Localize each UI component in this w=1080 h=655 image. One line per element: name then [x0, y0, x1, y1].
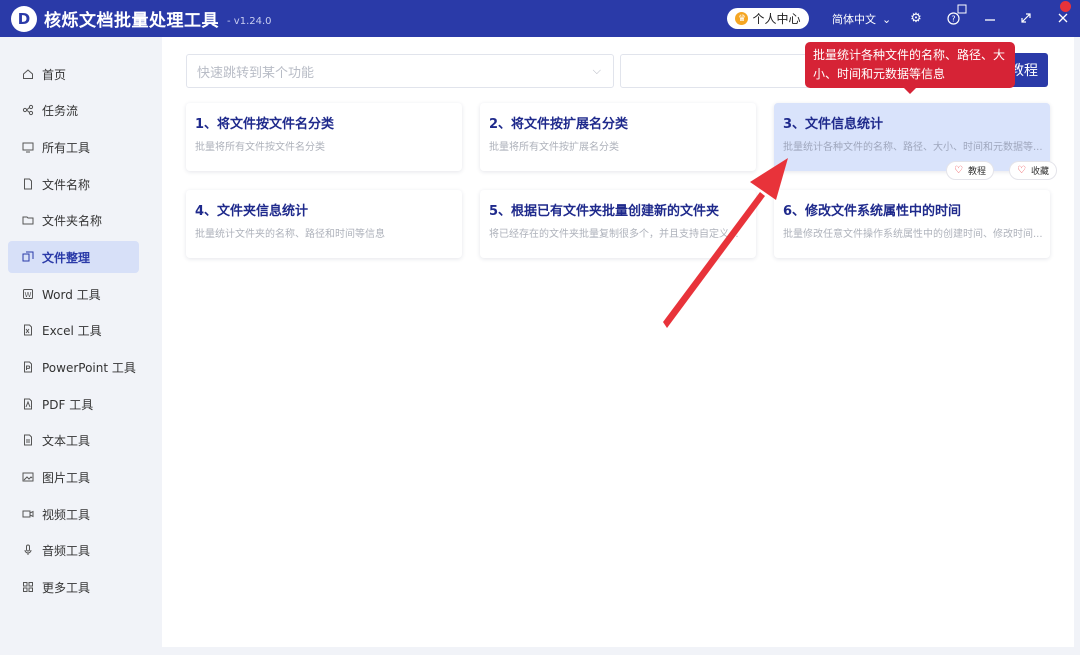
- sidebar-item-label: 文件名称: [42, 177, 91, 192]
- excel-icon: [22, 324, 34, 336]
- tool-card-title: 5、根据已有文件夹批量创建新的文件夹: [489, 204, 720, 219]
- tool-card-1[interactable]: 1、将文件按文件名分类 批量将所有文件按文件名分类: [186, 103, 462, 171]
- svg-text:W: W: [25, 291, 32, 299]
- app-version: - v1.24.0: [227, 15, 272, 27]
- app-title: 核烁文档批量处理工具: [44, 11, 219, 31]
- sidebar-item-label: PowerPoint 工具: [42, 360, 136, 375]
- card-favorite-button[interactable]: ♡ 收藏: [1009, 161, 1057, 180]
- file-icon: [22, 178, 34, 190]
- grid-icon: [22, 581, 34, 593]
- monitor-icon: [22, 141, 34, 153]
- tool-card-4[interactable]: 4、文件夹信息统计 批量统计文件夹的名称、路径和时间等信息: [186, 190, 462, 258]
- sidebar-item-more-tools[interactable]: 更多工具: [8, 571, 139, 603]
- sidebar-item-label: Excel 工具: [42, 323, 102, 338]
- sidebar-item-audio-tools[interactable]: 音频工具: [8, 534, 139, 566]
- card-tutorial-button[interactable]: ♡ 教程: [946, 161, 994, 180]
- tool-card-title: 6、修改文件系统属性中的时间: [783, 204, 962, 219]
- user-center-label: 个人中心: [752, 12, 801, 26]
- audio-icon: [22, 544, 34, 556]
- user-center-button[interactable]: ♛ 个人中心: [727, 8, 809, 29]
- search-placeholder: 快速跳转到某个功能: [197, 65, 315, 81]
- tooltip: 批量统计各种文件的名称、路径、大小、时间和元数据等信息: [805, 42, 1015, 88]
- sidebar-item-label: 更多工具: [42, 580, 91, 595]
- tool-card-3[interactable]: 3、文件信息统计 批量统计各种文件的名称、路径、大小、时间和元数据等...: [774, 103, 1050, 171]
- organize-icon: [22, 251, 34, 263]
- app-logo: D: [11, 5, 37, 32]
- sidebar-item-word-tools[interactable]: W Word 工具: [8, 278, 139, 310]
- secondary-search-input[interactable]: [620, 54, 810, 88]
- word-icon: W: [22, 288, 34, 300]
- language-label: 简体中文: [832, 13, 876, 26]
- sidebar: 首页 任务流 所有工具 文件名称 文件夹名称 文件整理 W Word 工具 Ex…: [0, 37, 160, 655]
- chevron-down-icon: ⌵: [592, 64, 601, 77]
- sidebar-item-label: 文件整理: [42, 250, 91, 265]
- tool-card-desc: 批量修改任意文件操作系统属性中的创建时间、修改时间...: [783, 229, 1043, 240]
- workflow-icon: [22, 104, 34, 116]
- settings-icon[interactable]: ⚙: [907, 9, 925, 27]
- svg-text:?: ?: [951, 14, 955, 23]
- sidebar-item-label: 图片工具: [42, 470, 91, 485]
- folder-icon: [22, 214, 34, 226]
- sidebar-item-label: 任务流: [42, 103, 79, 118]
- pin-window-icon[interactable]: [956, 3, 968, 15]
- sidebar-item-powerpoint-tools[interactable]: PowerPoint 工具: [8, 351, 139, 383]
- text-icon: [22, 434, 34, 446]
- sidebar-item-label: 文件夹名称: [42, 213, 103, 228]
- main-panel: 快速跳转到某个功能 ⌵ 教程 1、将文件按文件名分类 批量将所有文件按文件名分类…: [162, 37, 1074, 647]
- sidebar-item-label: 视频工具: [42, 507, 91, 522]
- ppt-icon: [22, 361, 34, 373]
- crown-icon: ♛: [735, 12, 749, 25]
- sidebar-item-label: PDF 工具: [42, 397, 94, 412]
- sidebar-item-home[interactable]: 首页: [8, 58, 139, 90]
- tool-card-desc: 将已经存在的文件夹批量复制很多个，并且支持自定义...: [489, 229, 739, 240]
- maximize-icon[interactable]: [1017, 9, 1035, 27]
- chevron-down-icon: ⌄: [882, 12, 892, 26]
- sidebar-item-all-tools[interactable]: 所有工具: [8, 131, 139, 163]
- card-favorite-label: 收藏: [1030, 167, 1049, 177]
- notification-dot-icon: [1060, 1, 1071, 12]
- tool-card-title: 2、将文件按扩展名分类: [489, 117, 629, 132]
- logo-letter: D: [17, 9, 31, 28]
- card-tutorial-label: 教程: [967, 167, 986, 177]
- search-input[interactable]: 快速跳转到某个功能 ⌵: [186, 54, 614, 88]
- sidebar-item-label: 文本工具: [42, 433, 91, 448]
- tooltip-tail: [903, 87, 917, 94]
- image-icon: [22, 471, 34, 483]
- tool-card-desc: 批量将所有文件按扩展名分类: [489, 142, 619, 153]
- sidebar-item-label: Word 工具: [42, 287, 101, 302]
- sidebar-item-excel-tools[interactable]: Excel 工具: [8, 314, 139, 346]
- tool-card-desc: 批量统计各种文件的名称、路径、大小、时间和元数据等...: [783, 142, 1043, 153]
- sidebar-item-video-tools[interactable]: 视频工具: [8, 498, 139, 530]
- lightbulb-icon: ♡: [954, 165, 963, 176]
- tool-card-title: 1、将文件按文件名分类: [195, 117, 335, 132]
- tool-card-title: 3、文件信息统计: [783, 117, 884, 132]
- sidebar-item-workflow[interactable]: 任务流: [8, 94, 139, 126]
- sidebar-item-label: 所有工具: [42, 140, 91, 155]
- home-icon: [22, 68, 34, 80]
- tool-card-desc: 批量将所有文件按文件名分类: [195, 142, 325, 153]
- minimize-icon[interactable]: [981, 9, 999, 27]
- tutorial-button[interactable]: 教程: [1010, 53, 1048, 87]
- tool-card-desc: 批量统计文件夹的名称、路径和时间等信息: [195, 229, 385, 240]
- sidebar-item-image-tools[interactable]: 图片工具: [8, 461, 139, 493]
- sidebar-item-pdf-tools[interactable]: PDF 工具: [8, 388, 139, 420]
- sidebar-item-label: 音频工具: [42, 543, 91, 558]
- tool-card-6[interactable]: 6、修改文件系统属性中的时间 批量修改任意文件操作系统属性中的创建时间、修改时间…: [774, 190, 1050, 258]
- sidebar-item-text-tools[interactable]: 文本工具: [8, 424, 139, 456]
- heart-icon: ♡: [1017, 165, 1026, 176]
- tool-card-5[interactable]: 5、根据已有文件夹批量创建新的文件夹 将已经存在的文件夹批量复制很多个，并且支持…: [480, 190, 756, 258]
- sidebar-item-folder-name[interactable]: 文件夹名称: [8, 204, 139, 236]
- sidebar-item-label: 首页: [42, 67, 67, 82]
- sidebar-item-file-name[interactable]: 文件名称: [8, 168, 139, 200]
- language-select[interactable]: 简体中文 ⌄: [832, 11, 891, 27]
- tool-card-title: 4、文件夹信息统计: [195, 204, 309, 219]
- tool-card-2[interactable]: 2、将文件按扩展名分类 批量将所有文件按扩展名分类: [480, 103, 756, 171]
- pdf-icon: [22, 398, 34, 410]
- video-icon: [22, 508, 34, 520]
- sidebar-item-file-organize[interactable]: 文件整理: [8, 241, 139, 273]
